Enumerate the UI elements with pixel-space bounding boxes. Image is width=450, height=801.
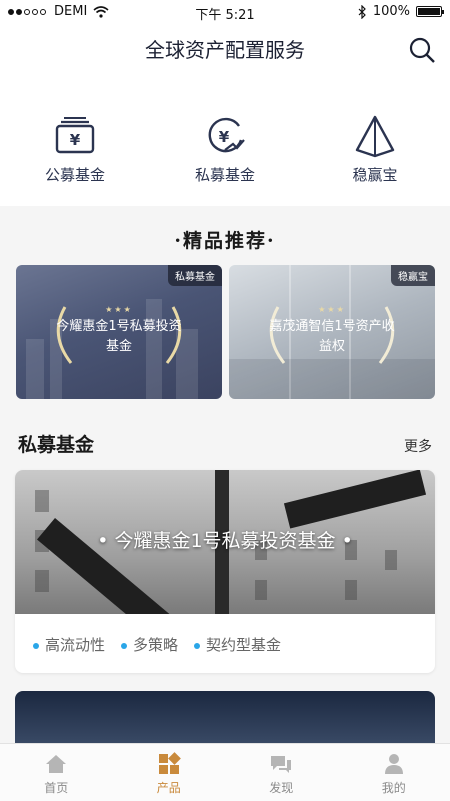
card-tag: 私募基金 [168, 265, 222, 286]
tab-products[interactable]: 产品 [113, 744, 226, 801]
tab-home[interactable]: 首页 [0, 744, 113, 801]
fund-tag-label: 多策略 [133, 636, 178, 654]
home-icon [44, 752, 68, 776]
category-public-fund[interactable]: ¥ 公募基金 [0, 76, 150, 206]
featured-card-wenyingbao[interactable]: ★★★ 稳赢宝 嘉茂通智信1号资产收益权 [229, 265, 435, 399]
tab-label: 我的 [382, 781, 406, 795]
tab-label: 首页 [44, 781, 68, 795]
pyramid-icon [353, 114, 397, 158]
category-wenyingbao[interactable]: 稳赢宝 [300, 76, 450, 206]
featured-card-private-fund[interactable]: ★★★ 私募基金 今耀惠金1号私募投资基金 [16, 265, 222, 399]
tab-bar: 首页 产品 发现 我的 [0, 743, 450, 801]
user-icon [382, 752, 406, 776]
battery-icon [416, 6, 442, 17]
stars-icon: ★★★ [229, 305, 435, 314]
tab-label: 产品 [157, 781, 181, 795]
fund-tag: 契约型基金 [194, 634, 281, 655]
bullet-dot-icon [121, 643, 127, 649]
category-label: 私募基金 [150, 164, 300, 185]
wallet-yen-icon: ¥ [53, 114, 97, 158]
fund-tag: 多策略 [121, 634, 178, 655]
bullet-dot-icon [194, 643, 200, 649]
category-label: 稳赢宝 [300, 164, 450, 185]
card-text: 嘉茂通智信1号资产收益权 [229, 317, 435, 357]
category-nav: ¥ 公募基金 ¥ 私募基金 稳赢宝 [0, 76, 450, 206]
svg-text:¥: ¥ [219, 128, 230, 146]
card-tag: 稳赢宝 [391, 265, 435, 286]
category-label: 公募基金 [0, 164, 150, 185]
yen-growth-icon: ¥ [203, 114, 247, 158]
fund-tag-label: 契约型基金 [206, 636, 281, 654]
page-title: 全球资产配置服务 [0, 34, 450, 63]
featured-title: ·精品推荐· [0, 226, 450, 253]
battery-percent: 100% [373, 4, 410, 19]
tab-label: 发现 [269, 781, 293, 795]
bullet-dot-icon [33, 643, 39, 649]
section-title: 私募基金 [18, 430, 94, 457]
chat-icon [269, 752, 293, 776]
tab-mine[interactable]: 我的 [338, 744, 450, 801]
stars-icon: ★★★ [16, 305, 222, 314]
more-link[interactable]: 更多 [404, 436, 432, 456]
svg-text:¥: ¥ [70, 131, 81, 149]
tab-discover[interactable]: 发现 [225, 744, 338, 801]
grid-icon [157, 752, 181, 776]
fund-card-next[interactable] [15, 691, 435, 751]
card-text: 今耀惠金1号私募投资基金 [16, 317, 222, 357]
category-private-fund[interactable]: ¥ 私募基金 [150, 76, 300, 206]
search-icon[interactable] [408, 36, 436, 64]
header: 全球资产配置服务 [0, 24, 450, 76]
fund-tag: 高流动性 [33, 634, 105, 655]
fund-title: • 今耀惠金1号私募投资基金 • [15, 526, 435, 553]
fund-tag-label: 高流动性 [45, 636, 105, 654]
status-bar: DEMI 下午 5:21 100% [0, 0, 450, 24]
fund-tags: 高流动性 多策略 契约型基金 [33, 634, 281, 655]
fund-card[interactable]: • 今耀惠金1号私募投资基金 • 高流动性 多策略 契约型基金 [15, 470, 435, 673]
bluetooth-icon [357, 5, 367, 19]
